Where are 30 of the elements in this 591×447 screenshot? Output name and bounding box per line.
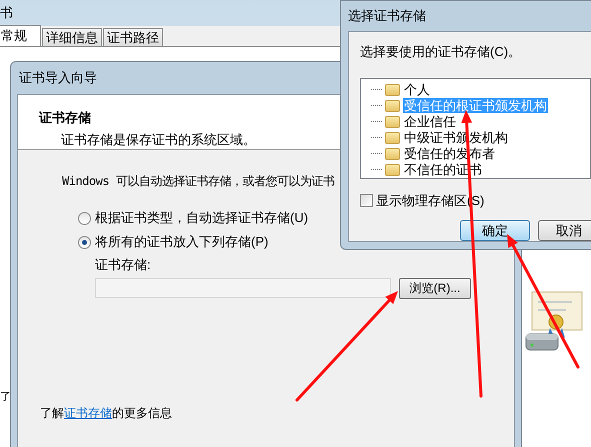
folder-icon	[385, 164, 400, 176]
folder-icon	[385, 100, 400, 112]
store-link[interactable]: 证书存储	[64, 406, 112, 420]
tab[interactable]: 证书路径	[103, 28, 163, 46]
folder-icon	[385, 116, 400, 128]
window-title: 书	[0, 4, 13, 22]
radio-button[interactable]	[78, 236, 91, 248]
wizard-title: 证书导入向导	[19, 69, 97, 88]
browse-button[interactable]: 浏览(R)...	[399, 278, 471, 298]
folder-icon	[385, 148, 400, 160]
dialog-title: 选择证书存储	[348, 7, 427, 26]
section-title: 证书存储	[39, 109, 91, 127]
radio-button[interactable]	[78, 212, 91, 224]
store-field[interactable]	[95, 278, 391, 298]
field-label: 证书存储:	[94, 256, 152, 274]
tab[interactable]: 详细信息	[42, 28, 102, 46]
dialog-button[interactable]: 取消	[538, 220, 591, 241]
tab[interactable]: 常规	[0, 25, 41, 46]
edge-text: 了	[0, 390, 11, 404]
more-info-text: 了解证书存储的更多信息	[40, 404, 173, 422]
section-description: 证书存储是保存证书的系统区域。	[61, 130, 256, 148]
prompt-text: 选择要使用的证书存储(C)。	[360, 43, 522, 61]
dialog-button[interactable]: 确定	[460, 220, 530, 241]
folder-icon	[385, 84, 400, 96]
store-item[interactable]: 个人	[403, 82, 431, 97]
certificate-drawing	[526, 292, 582, 350]
intro-text: Windows 可以自动选择证书存储，或者您可以为证书	[62, 173, 336, 190]
store-item[interactable]: 企业信任	[403, 114, 457, 129]
checkbox[interactable]	[360, 194, 373, 207]
folder-icon	[385, 132, 400, 144]
